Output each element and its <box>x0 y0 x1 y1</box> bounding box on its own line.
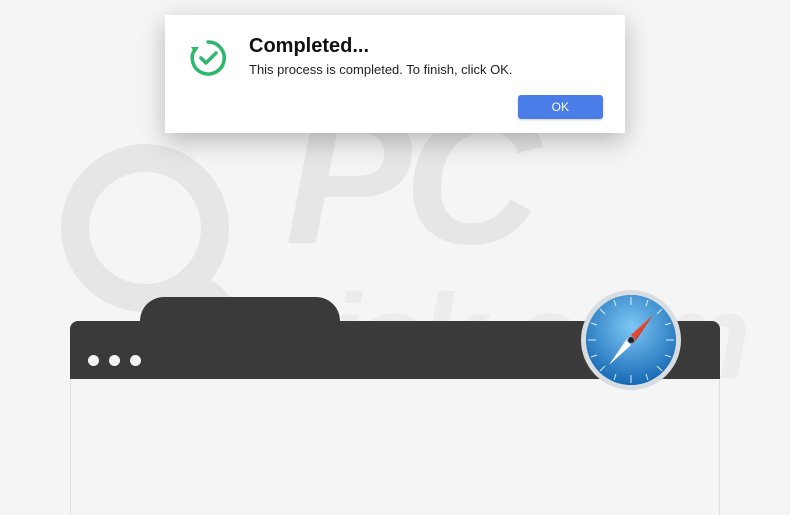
ok-button[interactable]: OK <box>518 95 603 119</box>
window-control-dot[interactable] <box>109 355 120 366</box>
dialog-message: This process is completed. To finish, cl… <box>249 62 603 77</box>
dialog-title: Completed... <box>249 35 603 58</box>
window-control-dot[interactable] <box>88 355 99 366</box>
safari-icon <box>578 287 684 393</box>
completion-dialog: Completed... This process is completed. … <box>165 15 625 133</box>
window-control-dot[interactable] <box>130 355 141 366</box>
browser-content-area <box>70 379 720 515</box>
browser-tab[interactable] <box>140 297 340 341</box>
checkmark-refresh-icon <box>187 37 229 79</box>
